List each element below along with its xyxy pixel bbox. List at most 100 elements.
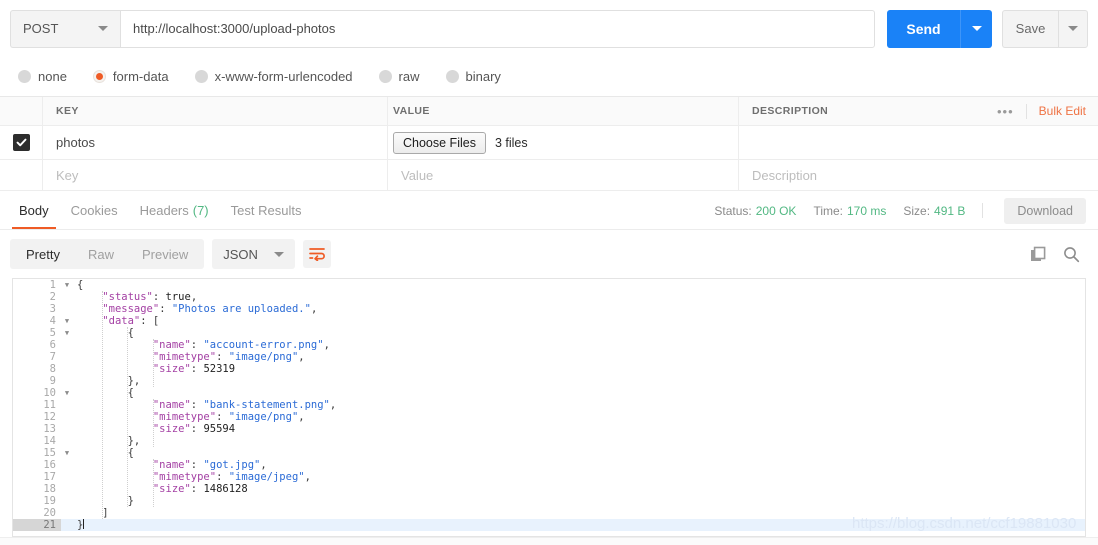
line-number: 21 (13, 519, 61, 531)
line-number: 16 (43, 459, 56, 471)
code-line: 4 ▼ "data": [ (13, 315, 1085, 327)
more-options-icon[interactable]: ••• (997, 105, 1014, 118)
word-wrap-icon (309, 248, 325, 261)
token-s: "bank-statement.png" (203, 399, 330, 411)
tab-test-results[interactable]: Test Results (220, 192, 313, 229)
token-p: : (190, 459, 204, 471)
token-p: : (152, 291, 166, 303)
response-view-toolbar: Pretty Raw Preview JSON (0, 230, 1098, 278)
token-k: "status" (102, 291, 153, 303)
view-mode-segmented-control: Pretty Raw Preview (10, 239, 205, 269)
search-button[interactable] (1063, 246, 1080, 263)
body-type-label: form-data (112, 69, 169, 84)
copy-icon (1031, 246, 1046, 261)
code-line: 15 ▼ { (13, 447, 1085, 459)
choose-files-button[interactable]: Choose Files (393, 131, 486, 154)
size-value: 491 B (934, 203, 966, 218)
fold-toggle-icon[interactable]: ▼ (61, 447, 73, 459)
code-line-text: { (73, 279, 1085, 291)
code-line-text: "mimetype": "image/jpeg", (73, 471, 1085, 483)
code-line: 16 "name": "got.jpg", (13, 459, 1085, 471)
token-k: "size" (152, 423, 191, 435)
code-line: 1 ▼ { (13, 279, 1085, 291)
copy-button[interactable] (1030, 246, 1047, 263)
row-key-cell[interactable]: photos (43, 126, 388, 159)
response-body-editor[interactable]: 1 ▼{2 "status": true, 3 "message": "Photos… (12, 278, 1086, 537)
format-dropdown[interactable]: JSON (212, 239, 295, 269)
body-type-radio-form-data[interactable]: form-data (92, 69, 169, 84)
code-line-text: "size": 1486128 (73, 483, 1085, 495)
token-s: "image/png" (228, 351, 299, 363)
http-method-label: POST (23, 21, 59, 36)
view-mode-raw[interactable]: Raw (74, 241, 128, 267)
code-line: 12 "mimetype": "image/png", (13, 411, 1085, 423)
line-number: 6 (49, 339, 56, 351)
token-p: , (323, 339, 330, 351)
save-button[interactable]: Save (1002, 9, 1058, 48)
code-line-text: }, (73, 435, 1085, 447)
download-button[interactable]: Download (1004, 197, 1086, 224)
send-options-button[interactable] (960, 9, 992, 48)
token-p: , (190, 291, 198, 303)
code-line-text: "name": "account-error.png", (73, 339, 1085, 351)
send-button[interactable]: Send (887, 9, 960, 48)
fold-toggle-icon[interactable]: ▼ (61, 315, 73, 327)
indent-guide (152, 459, 154, 507)
send-button-group: Send (887, 9, 992, 48)
time-badge: Time: 170 ms (813, 204, 886, 218)
tab-body[interactable]: Body (8, 192, 60, 229)
line-number: 7 (49, 351, 56, 363)
row-checkbox[interactable] (12, 134, 30, 151)
chevron-down-icon (273, 251, 284, 257)
word-wrap-toggle[interactable] (302, 240, 331, 268)
fold-toggle-icon[interactable]: ▼ (61, 327, 73, 339)
line-number: 4 (49, 315, 56, 327)
save-options-button[interactable] (1058, 9, 1088, 48)
row-value-cell[interactable]: Choose Files 3 files (388, 126, 739, 159)
tab-headers[interactable]: Headers (7) (129, 192, 220, 229)
bulk-edit-button[interactable]: Bulk Edit (1039, 104, 1086, 118)
tab-count-badge: (7) (192, 203, 209, 218)
format-label: JSON (223, 246, 258, 262)
body-type-radio-x-www-form-urlencoded[interactable]: x-www-form-urlencoded (194, 69, 353, 84)
body-type-label: none (38, 69, 67, 84)
token-p: , (304, 471, 311, 483)
empty-value-cell[interactable]: Value (388, 160, 739, 190)
table-header-tools: ••• Bulk Edit (997, 97, 1098, 125)
radio-icon (378, 70, 392, 83)
token-s: "image/png" (228, 411, 299, 423)
view-mode-pretty[interactable]: Pretty (12, 241, 74, 267)
line-number: 14 (43, 435, 56, 447)
search-icon (1064, 246, 1080, 262)
time-label: Time: (813, 203, 843, 218)
tab-cookies[interactable]: Cookies (60, 192, 129, 229)
row-description-cell[interactable] (739, 126, 1098, 159)
token-k: "size" (152, 483, 191, 495)
empty-key-cell[interactable]: Key (43, 160, 388, 190)
token-p: { (77, 279, 84, 291)
fold-toggle-icon[interactable]: ▼ (61, 387, 73, 399)
empty-description-cell[interactable]: Description (739, 160, 1098, 190)
view-mode-preview[interactable]: Preview (128, 241, 202, 267)
divider (982, 203, 984, 218)
token-k: "name" (152, 399, 191, 411)
request-url-input[interactable] (120, 9, 875, 48)
fold-toggle-icon[interactable]: ▼ (61, 279, 73, 291)
code-line-text: { (73, 387, 1085, 399)
indent-guide (102, 291, 104, 519)
token-p: , (298, 351, 305, 363)
body-type-radio-binary[interactable]: binary (445, 69, 501, 84)
body-type-radio-raw[interactable]: raw (378, 69, 420, 84)
code-line: 20 ] (13, 507, 1085, 519)
http-method-dropdown[interactable]: POST (10, 9, 120, 48)
text-cursor (83, 519, 85, 529)
line-number: 11 (43, 399, 56, 411)
token-k: "size" (152, 363, 191, 375)
code-line-text: "name": "bank-statement.png", (73, 399, 1085, 411)
code-line-text: "data": [ (73, 315, 1085, 327)
token-p: , (310, 303, 318, 315)
token-p: ] (102, 507, 109, 519)
body-type-radio-none[interactable]: none (18, 69, 67, 84)
token-p: , (260, 459, 267, 471)
code-line: 14 }, (13, 435, 1085, 447)
